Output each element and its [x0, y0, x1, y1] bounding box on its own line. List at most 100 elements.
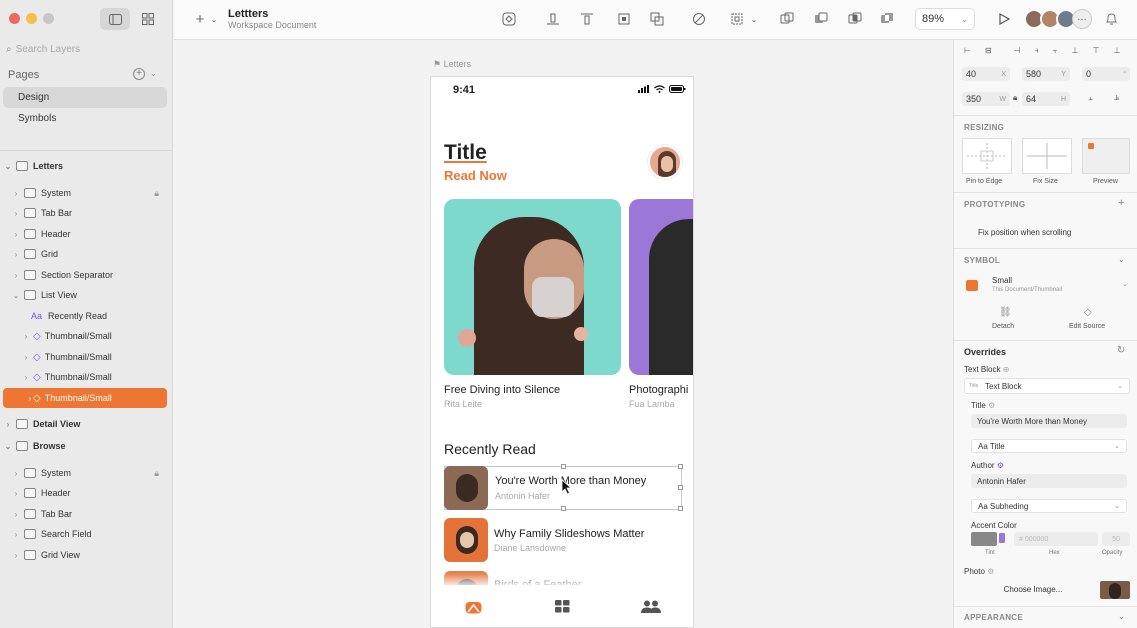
- chevron-right-icon[interactable]: ›: [11, 189, 21, 198]
- title-style-select[interactable]: Aa Title ⌄: [971, 439, 1127, 453]
- page-item-design[interactable]: Design: [3, 87, 167, 108]
- chevron-down-icon[interactable]: ⌄: [3, 162, 13, 171]
- chevron-right-icon[interactable]: ›: [11, 551, 21, 560]
- photo-thumbnail[interactable]: [1100, 581, 1130, 599]
- subtract-icon[interactable]: [811, 10, 831, 28]
- align-right-icon[interactable]: ⊣: [1014, 46, 1021, 56]
- layer-header[interactable]: › Header: [11, 483, 175, 503]
- detach-icon[interactable]: ⛓︎: [999, 307, 1012, 318]
- reset-overrides-icon[interactable]: ↻: [1117, 345, 1125, 356]
- people-tab-icon[interactable]: [641, 600, 661, 613]
- layer-group-detail-view[interactable]: › Detail View: [3, 414, 167, 434]
- layer-system[interactable]: › System 🔒︎: [11, 463, 175, 483]
- page-item-symbols[interactable]: Symbols: [3, 108, 167, 129]
- mask-icon[interactable]: [689, 10, 709, 28]
- layer-search-field[interactable]: › Search Field: [11, 524, 175, 544]
- edit-source-label[interactable]: Edit Source: [1069, 323, 1105, 330]
- card-title[interactable]: Free Diving into Silence: [444, 384, 560, 396]
- align-vertical-icon[interactable]: ⫟: [1053, 46, 1058, 56]
- rotation-field[interactable]: 0 °: [1082, 67, 1130, 81]
- chevron-right-icon[interactable]: ›: [11, 489, 21, 498]
- layer-header[interactable]: › Header: [11, 224, 175, 244]
- chevron-down-icon[interactable]: ⌄: [3, 442, 13, 451]
- lock-ratio-icon[interactable]: 🔒︎: [1013, 93, 1017, 103]
- detach-label[interactable]: Detach: [992, 323, 1014, 330]
- chevron-right-icon[interactable]: ›: [11, 530, 21, 539]
- resize-handle[interactable]: [678, 485, 683, 490]
- choose-image-button[interactable]: Choose Image...: [971, 582, 1095, 596]
- search-layers-field[interactable]: ⌕ Search Layers: [3, 40, 169, 58]
- height-field[interactable]: 64 H: [1022, 92, 1070, 106]
- layer-section-separator[interactable]: › Section Separator: [11, 265, 175, 285]
- layer-thumbnail-small[interactable]: › ◇ Thumbnail/Small: [21, 326, 167, 346]
- group-icon[interactable]: [647, 10, 667, 28]
- book-cover-image[interactable]: [629, 199, 693, 375]
- chevron-right-icon[interactable]: ›: [21, 332, 31, 341]
- chevron-down-icon[interactable]: ⌄: [1118, 255, 1125, 264]
- author-override-field[interactable]: Antonin Hafer: [971, 474, 1127, 488]
- chevron-right-icon[interactable]: ›: [11, 271, 21, 280]
- fix-position-option[interactable]: Fix position when scrolling: [978, 228, 1071, 237]
- read-now-link[interactable]: Read Now: [444, 168, 507, 183]
- distribute-icon[interactable]: ⊥: [1072, 46, 1079, 56]
- layer-grid[interactable]: › Grid: [11, 244, 175, 264]
- home-tab-icon[interactable]: [465, 599, 482, 614]
- chevron-right-icon[interactable]: ›: [21, 353, 31, 362]
- align-center-icon[interactable]: ⊟: [985, 46, 992, 56]
- lock-icon[interactable]: 🔒︎: [154, 468, 159, 479]
- add-prototype-icon[interactable]: +: [1118, 197, 1124, 209]
- artboard-label[interactable]: ⚑ Letters: [433, 59, 471, 70]
- opacity-field[interactable]: 50: [1102, 532, 1130, 546]
- layer-tab-bar[interactable]: › Tab Bar: [11, 504, 175, 524]
- layers-panel-icon[interactable]: [100, 8, 130, 30]
- resize-handle[interactable]: [678, 464, 683, 469]
- layer-thumbnail-small-selected[interactable]: › ◇ Thumbnail/Small: [3, 388, 167, 408]
- components-panel-icon[interactable]: [133, 8, 163, 30]
- x-field[interactable]: 40 X: [962, 67, 1010, 81]
- title-override-field[interactable]: You're Worth More than Money: [971, 414, 1127, 428]
- hex-field[interactable]: # 000000: [1014, 532, 1098, 546]
- profile-avatar[interactable]: [648, 145, 682, 179]
- canvas[interactable]: ⚑ Letters 9:41 Title Read Now Free Divin…: [174, 40, 953, 628]
- color-picker-icon[interactable]: [999, 533, 1005, 543]
- align-top-icon[interactable]: [577, 10, 597, 28]
- layer-group-letters[interactable]: ⌄ Letters: [3, 156, 167, 176]
- zoom-window-button[interactable]: [43, 13, 54, 24]
- lock-icon[interactable]: 🔒︎: [154, 188, 159, 199]
- chevron-right-icon[interactable]: ›: [3, 420, 13, 429]
- width-field[interactable]: 350 W: [962, 92, 1010, 106]
- align-horizontal-icon[interactable]: ⫞: [1035, 46, 1039, 56]
- union-icon[interactable]: [777, 10, 797, 28]
- list-item-title[interactable]: Why Family Slideshows Matter: [494, 528, 644, 540]
- layer-group-browse[interactable]: ⌄ Browse: [3, 436, 167, 456]
- add-page-icon[interactable]: +: [133, 68, 145, 80]
- chevron-right-icon[interactable]: ›: [11, 209, 21, 218]
- layer-tab-bar[interactable]: › Tab Bar: [11, 203, 175, 223]
- resize-handle[interactable]: [561, 464, 566, 469]
- chevron-right-icon[interactable]: ›: [11, 230, 21, 239]
- notification-bell-icon[interactable]: [1101, 10, 1121, 28]
- align-left-icon[interactable]: ⊢: [964, 46, 971, 56]
- pin-to-edge-control[interactable]: [962, 138, 1012, 174]
- frame-icon[interactable]: [614, 10, 634, 28]
- minimize-window-button[interactable]: [26, 13, 37, 24]
- layer-recently-read[interactable]: Aa Recently Read: [31, 306, 167, 326]
- layer-thumbnail-small[interactable]: › ◇ Thumbnail/Small: [21, 367, 167, 387]
- chevron-right-icon[interactable]: ›: [21, 373, 31, 382]
- align-bottom-icon[interactable]: ⊥: [1113, 46, 1120, 56]
- difference-icon[interactable]: [877, 10, 897, 28]
- create-symbol-icon[interactable]: [499, 10, 519, 28]
- resize-handle[interactable]: [678, 506, 683, 511]
- flip-horizontal-icon[interactable]: ⫠: [1088, 93, 1093, 103]
- layer-thumbnail-small[interactable]: › ◇ Thumbnail/Small: [21, 347, 167, 367]
- book-cover-image[interactable]: [444, 199, 621, 375]
- symbol-selector[interactable]: Small This Document/Thumbnail ⌄: [964, 276, 1132, 300]
- chevron-down-icon[interactable]: ⌄: [1118, 612, 1125, 621]
- chevron-down-icon[interactable]: ⌄: [204, 10, 224, 28]
- chevron-down-icon[interactable]: ⌄: [150, 69, 157, 78]
- layer-system[interactable]: › System 🔒︎: [11, 183, 175, 203]
- artboard-letters[interactable]: 9:41 Title Read Now Free Diving into Sil…: [430, 76, 694, 628]
- zoom-dropdown[interactable]: 89% ⌄: [915, 8, 975, 30]
- chevron-right-icon[interactable]: ›: [3, 394, 31, 403]
- align-bottom-icon[interactable]: [543, 10, 563, 28]
